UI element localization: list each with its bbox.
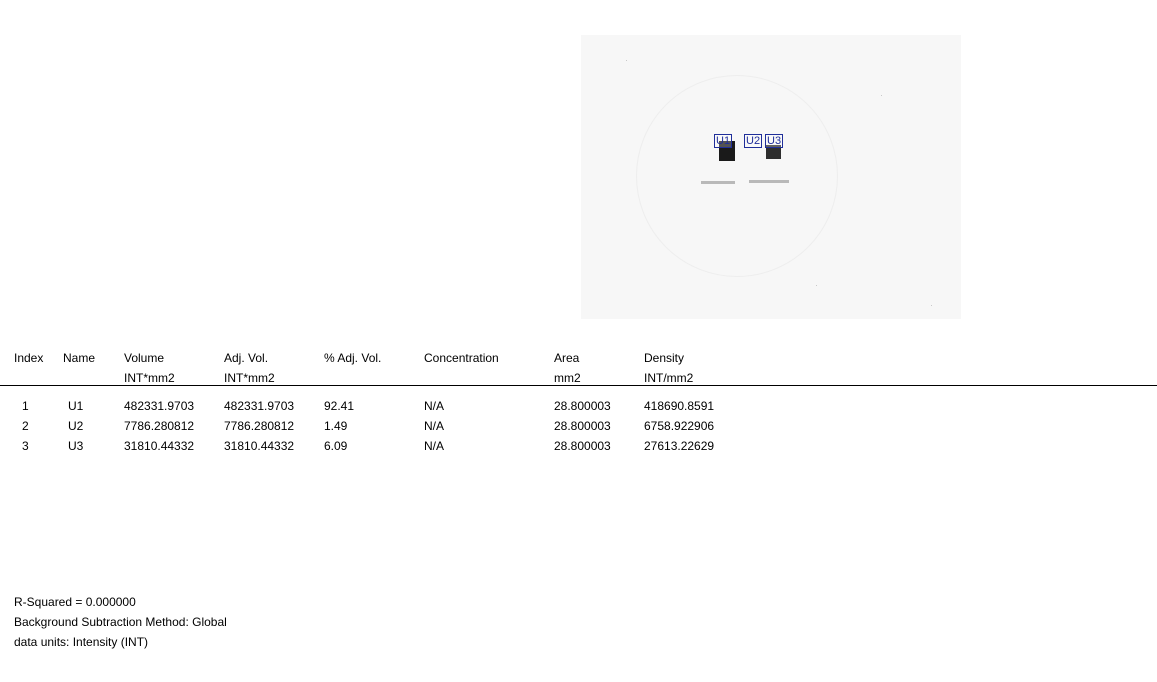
gel-well-halo (636, 75, 838, 277)
background-method-text: Background Subtraction Method: Global (14, 615, 227, 629)
header-divider (0, 385, 1157, 386)
gel-label-u2[interactable]: U2 (744, 134, 763, 148)
cell-area: 28.800003 (554, 399, 611, 413)
data-units-text: data units: Intensity (INT) (14, 635, 149, 649)
cell-concentration: N/A (424, 399, 445, 413)
gel-label-u1[interactable]: U1 (714, 134, 733, 148)
cell-name: U1 (68, 399, 84, 413)
cell-pct-adj-vol: 1.49 (324, 419, 348, 433)
header-pct-adj-vol: % Adj. Vol. (324, 351, 382, 365)
cell-concentration: N/A (424, 419, 445, 433)
faint-band-lane2 (749, 180, 789, 183)
cell-adj-vol: 31810.44332 (224, 439, 295, 453)
cell-density: 27613.22629 (644, 439, 715, 453)
header-concentration: Concentration (424, 351, 499, 365)
cell-volume: 482331.9703 (124, 399, 195, 413)
cell-volume: 31810.44332 (124, 439, 195, 453)
cell-name: U2 (68, 419, 84, 433)
cell-area: 28.800003 (554, 439, 611, 453)
cell-concentration: N/A (424, 439, 445, 453)
cell-index: 2 (22, 419, 29, 433)
gel-image: U1 U2 U3 (581, 35, 961, 319)
r-squared-text: R-Squared = 0.000000 (14, 595, 136, 609)
header-volume: Volume INT*mm2 (124, 351, 175, 385)
faint-band-lane1 (701, 181, 735, 184)
gel-label-u3[interactable]: U3 (765, 134, 784, 148)
cell-density: 6758.922906 (644, 419, 715, 433)
header-index: Index (14, 351, 44, 365)
cell-index: 1 (22, 399, 29, 413)
cell-index: 3 (22, 439, 29, 453)
cell-name: U3 (68, 439, 84, 453)
cell-density: 418690.8591 (644, 399, 715, 413)
header-area: Area mm2 (554, 351, 581, 385)
cell-adj-vol: 482331.9703 (224, 399, 295, 413)
cell-pct-adj-vol: 6.09 (324, 439, 348, 453)
cell-pct-adj-vol: 92.41 (324, 399, 355, 413)
cell-adj-vol: 7786.280812 (224, 419, 295, 433)
header-density: Density INT/mm2 (644, 351, 694, 385)
header-name: Name (63, 351, 96, 365)
cell-volume: 7786.280812 (124, 419, 195, 433)
header-adj-vol: Adj. Vol. INT*mm2 (224, 351, 275, 385)
cell-area: 28.800003 (554, 419, 611, 433)
